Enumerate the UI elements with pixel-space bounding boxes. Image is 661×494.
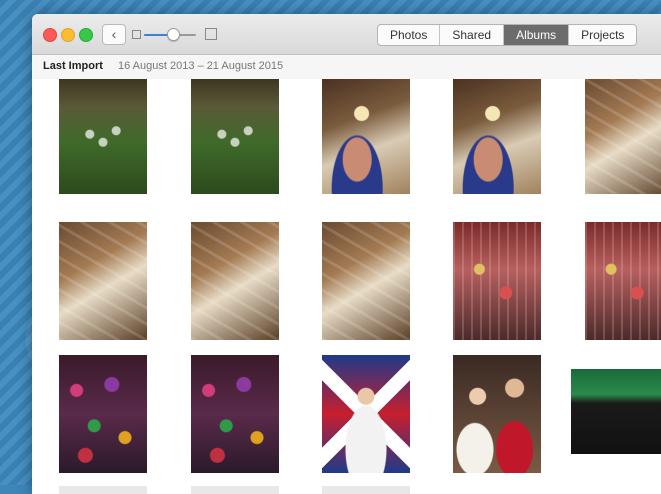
photo-thumbnail[interactable] bbox=[453, 79, 541, 194]
photo-thumbnail[interactable] bbox=[453, 222, 541, 340]
toolbar: ‹ Photos Shared Albums Projects bbox=[32, 14, 661, 55]
photo-thumbnail[interactable] bbox=[191, 486, 279, 494]
tab-photos[interactable]: Photos bbox=[378, 25, 439, 45]
photo-thumbnail[interactable] bbox=[59, 79, 147, 194]
zoom-out-icon[interactable] bbox=[132, 30, 141, 39]
maximize-button[interactable] bbox=[79, 28, 93, 42]
photo-thumbnail[interactable] bbox=[191, 355, 279, 473]
moment-header: Last Import 16 August 2013 – 21 August 2… bbox=[32, 55, 661, 79]
photo-thumbnail[interactable] bbox=[191, 222, 279, 340]
photo-thumbnail[interactable] bbox=[322, 355, 410, 473]
photo-thumbnail[interactable] bbox=[322, 79, 410, 194]
photo-thumbnail[interactable] bbox=[59, 355, 147, 473]
photo-thumbnail[interactable] bbox=[453, 355, 541, 473]
photo-thumbnail[interactable] bbox=[585, 222, 661, 340]
zoom-in-icon[interactable] bbox=[205, 28, 217, 40]
moment-date-range: 16 August 2013 – 21 August 2015 bbox=[118, 60, 284, 72]
photo-thumbnail[interactable] bbox=[571, 369, 661, 454]
photo-thumbnail[interactable] bbox=[322, 486, 410, 494]
tab-projects[interactable]: Projects bbox=[568, 25, 636, 45]
zoom-slider-knob[interactable] bbox=[167, 28, 181, 41]
photo-thumbnail[interactable] bbox=[59, 486, 147, 494]
moment-title: Last Import bbox=[43, 60, 103, 72]
chevron-left-icon: ‹ bbox=[111, 26, 117, 42]
photo-thumbnail[interactable] bbox=[322, 222, 410, 340]
back-button[interactable]: ‹ bbox=[102, 24, 126, 45]
tab-albums[interactable]: Albums bbox=[503, 25, 569, 45]
close-button[interactable] bbox=[43, 28, 57, 42]
photo-thumbnail[interactable] bbox=[59, 222, 147, 340]
view-switcher: Photos Shared Albums Projects bbox=[377, 24, 638, 46]
photo-thumbnail[interactable] bbox=[191, 79, 279, 194]
photos-window: ‹ Photos Shared Albums Projects Last Imp… bbox=[32, 14, 661, 494]
minimize-button[interactable] bbox=[61, 28, 75, 42]
photo-grid bbox=[32, 79, 661, 494]
photo-thumbnail[interactable] bbox=[585, 79, 661, 194]
tab-shared[interactable]: Shared bbox=[439, 25, 503, 45]
